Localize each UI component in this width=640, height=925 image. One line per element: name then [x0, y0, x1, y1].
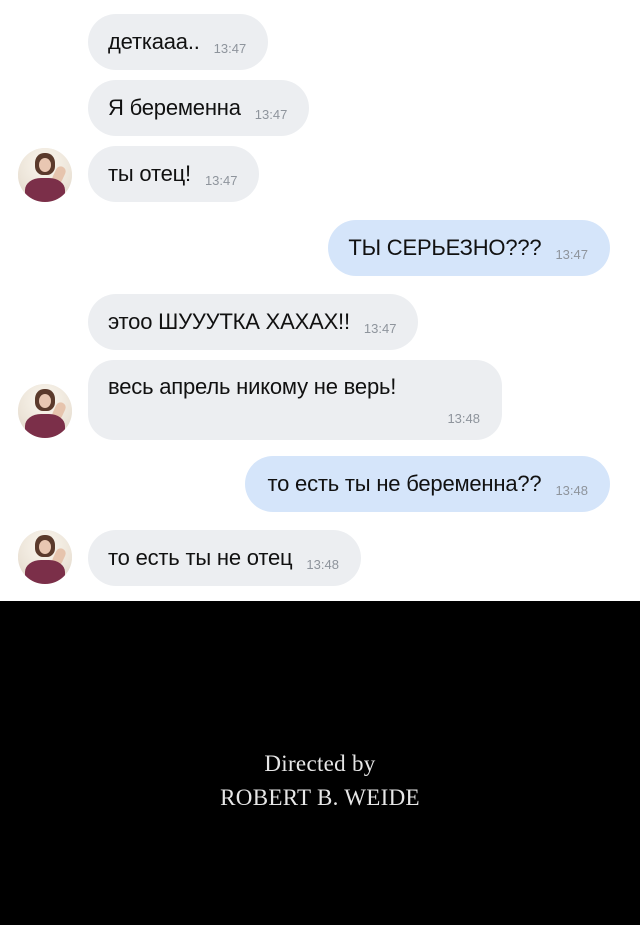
message-bubble-incoming[interactable]: то есть ты не отец 13:48	[88, 530, 361, 586]
message-text: весь апрель никому не верь!	[108, 374, 397, 399]
contact-avatar[interactable]	[18, 148, 72, 202]
message-time: 13:47	[213, 40, 247, 56]
message-bubble-outgoing[interactable]: ТЫ СЕРЬЕЗНО??? 13:47	[328, 220, 610, 276]
message-text: деткааа..	[108, 29, 200, 54]
contact-avatar[interactable]	[18, 384, 72, 438]
end-credits-panel: Directed by ROBERT B. WEIDE	[0, 601, 640, 925]
message-text: то есть ты не беременна??	[267, 471, 542, 496]
credits-directed-by: Directed by	[264, 751, 376, 776]
message-time: 13:47	[555, 246, 588, 262]
contact-avatar[interactable]	[18, 530, 72, 584]
message-text: ТЫ СЕРЬЕЗНО???	[348, 235, 542, 260]
message-time: 13:48	[447, 411, 480, 426]
message-time: 13:47	[363, 320, 397, 336]
message-bubble-incoming[interactable]: Я беременна 13:47	[88, 80, 310, 136]
chat-screenshot: деткааа.. 13:47 Я беременна 13:47 ты оте…	[0, 0, 640, 601]
message-time: 13:48	[555, 482, 588, 498]
credits-director-name: ROBERT B. WEIDE	[220, 785, 420, 810]
message-text: ты отец!	[108, 161, 191, 186]
message-text: этоо ШУУУТКА ХАХАХ!!	[108, 309, 350, 334]
message-bubble-outgoing[interactable]: то есть ты не беременна?? 13:48	[245, 456, 610, 512]
message-time: 13:47	[204, 172, 238, 188]
message-text: то есть ты не отец	[108, 545, 293, 570]
message-bubble-incoming[interactable]: весь апрель никому не верь! 13:48	[88, 360, 502, 440]
message-text: Я беременна	[108, 95, 241, 120]
message-time: 13:47	[254, 106, 288, 122]
message-bubble-incoming[interactable]: этоо ШУУУТКА ХАХАХ!! 13:47	[88, 294, 419, 350]
message-bubble-incoming[interactable]: деткааа.. 13:47	[88, 14, 269, 70]
message-bubble-incoming[interactable]: ты отец! 13:47	[88, 146, 260, 202]
message-time: 13:48	[306, 556, 339, 572]
